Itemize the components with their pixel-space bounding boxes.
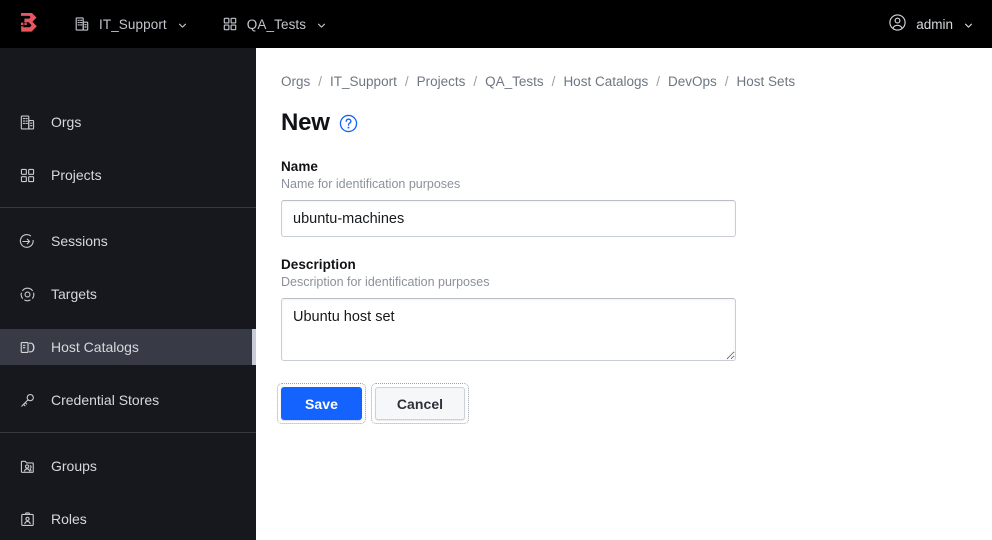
form-actions: Save Cancel [277, 383, 992, 424]
session-arrow-icon [18, 232, 36, 250]
sidebar-group-resources: Sessions Targets Host Catalogs Credentia… [0, 223, 256, 418]
chevron-down-icon [963, 19, 974, 30]
cancel-button-wrapper: Cancel [371, 383, 469, 424]
user-menu-label: admin [916, 16, 953, 32]
sidebar-item-label: Credential Stores [51, 392, 160, 408]
description-field-label: Description [281, 257, 356, 272]
description-field-group: Description Description for identificati… [281, 257, 992, 361]
target-circle-icon [18, 285, 36, 303]
user-circle-icon [888, 13, 907, 35]
breadcrumb-separator: / [473, 74, 478, 89]
header-org-scope-selector[interactable]: IT_Support [70, 10, 192, 38]
user-menu[interactable]: admin [886, 7, 976, 41]
sidebar-item-groups[interactable]: Groups [0, 448, 256, 484]
description-textarea[interactable] [281, 298, 736, 361]
sidebar-divider [0, 432, 256, 433]
org-building-icon [18, 113, 36, 131]
sidebar-item-targets[interactable]: Targets [0, 276, 256, 312]
name-field-label: Name [281, 159, 318, 174]
breadcrumb-separator: / [724, 74, 729, 89]
breadcrumb-item-projects[interactable]: Projects [417, 74, 466, 89]
name-input[interactable] [281, 200, 736, 237]
header-project-scope-selector[interactable]: QA_Tests [218, 10, 331, 38]
boundary-logo[interactable] [14, 9, 44, 39]
breadcrumb-separator: / [404, 74, 409, 89]
projects-grid-icon [18, 166, 36, 184]
sidebar-group-scopes: Orgs Projects [0, 104, 256, 193]
description-field-help-text: Description for identification purposes [281, 275, 490, 289]
boundary-admin-console: IT_Support QA_Tests admin Orgs Projects … [0, 0, 992, 540]
key-icon [18, 391, 36, 409]
groups-folder-icon [18, 457, 36, 475]
sidebar-item-label: Orgs [51, 114, 82, 130]
breadcrumb-item-host-catalogs[interactable]: Host Catalogs [563, 74, 648, 89]
breadcrumb: Orgs / IT_Support / Projects / QA_Tests … [281, 74, 992, 89]
chevron-down-icon [177, 19, 188, 30]
sidebar-divider [0, 207, 256, 208]
help-question-circle-icon[interactable] [339, 114, 358, 133]
breadcrumb-separator: / [551, 74, 556, 89]
sidebar-item-credential-stores[interactable]: Credential Stores [0, 382, 256, 418]
breadcrumb-item-orgs[interactable]: Orgs [281, 74, 310, 89]
save-button-wrapper: Save [277, 383, 366, 424]
cancel-button[interactable]: Cancel [375, 387, 465, 420]
sidebar-item-projects[interactable]: Projects [0, 157, 256, 193]
sidebar-item-host-catalogs[interactable]: Host Catalogs [0, 329, 256, 365]
sidebar-item-label: Sessions [51, 233, 108, 249]
header-org-scope-label: IT_Support [99, 16, 167, 32]
sidebar-item-label: Roles [51, 511, 87, 527]
sidebar-item-label: Host Catalogs [51, 339, 139, 355]
breadcrumb-item-it-support[interactable]: IT_Support [330, 74, 397, 89]
sidebar-group-iam: Groups Roles [0, 448, 256, 537]
projects-grid-icon [222, 16, 238, 32]
sidebar-top-spacer [0, 48, 256, 104]
sidebar-item-orgs[interactable]: Orgs [0, 104, 256, 140]
breadcrumb-item-host-sets[interactable]: Host Sets [737, 74, 796, 89]
breadcrumb-separator: / [656, 74, 660, 89]
breadcrumb-item-devops[interactable]: DevOps [668, 74, 717, 89]
sidebar-item-label: Groups [51, 458, 97, 474]
breadcrumb-separator: / [318, 74, 323, 89]
page-title: New [281, 109, 330, 136]
header-project-scope-label: QA_Tests [246, 16, 307, 32]
sidebar-item-label: Projects [51, 167, 102, 183]
save-button[interactable]: Save [281, 387, 362, 420]
name-field-group: Name Name for identification purposes [281, 159, 992, 237]
sidebar-item-roles[interactable]: Roles [0, 501, 256, 537]
page-title-row: New [281, 111, 992, 135]
org-building-icon [74, 16, 90, 32]
sidebar-item-label: Targets [51, 286, 97, 302]
roles-badge-icon [18, 510, 36, 528]
sidebar-item-sessions[interactable]: Sessions [0, 223, 256, 259]
sidebar-navigation: Orgs Projects Sessions Targets Host Cata… [0, 48, 256, 540]
top-header-bar: IT_Support QA_Tests admin [0, 0, 992, 48]
chevron-down-icon [316, 19, 327, 30]
name-field-help-text: Name for identification purposes [281, 177, 461, 191]
breadcrumb-item-qa-tests[interactable]: QA_Tests [485, 74, 544, 89]
host-catalog-icon [18, 338, 36, 356]
main-content: Orgs / IT_Support / Projects / QA_Tests … [256, 48, 992, 540]
